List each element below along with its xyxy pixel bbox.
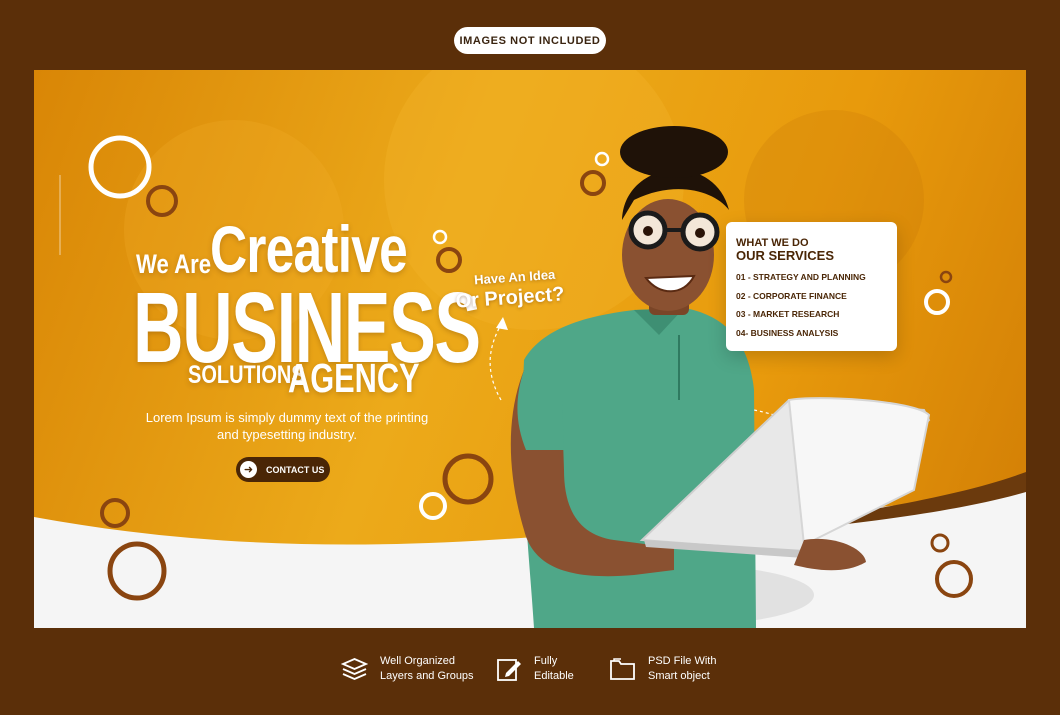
- edit-icon: [497, 659, 521, 681]
- feature-editable-line2: Editable: [534, 670, 574, 682]
- feature-layers-line1: Well Organized: [380, 655, 455, 667]
- service-item: 03 - MARKET RESEARCH: [736, 309, 840, 319]
- feature-layers-line2: Layers and Groups: [380, 670, 474, 682]
- feature-editable: Fully Editable: [496, 654, 574, 684]
- feature-psd: PSD File With Smart object: [609, 654, 716, 684]
- idea-callout: Have An Idea Or Project?: [454, 266, 565, 314]
- hero-agency: AGENCY: [288, 355, 420, 401]
- service-item: 01 - STRATEGY AND PLANNING: [736, 272, 866, 282]
- layers-icon: [341, 658, 368, 680]
- services-card: WHAT WE DO OUR SERVICES 01 - STRATEGY AN…: [726, 222, 897, 351]
- feature-psd-line2: Smart object: [648, 670, 710, 682]
- web-banner-canvas: We Are Creative BUSINESS SOLUTIONS AGENC…: [34, 70, 1026, 628]
- arrow-right-icon: ➜: [240, 461, 257, 478]
- feature-layers: Well Organized Layers and Groups: [341, 654, 474, 684]
- contact-us-button[interactable]: ➜ CONTACT US: [236, 457, 330, 482]
- contact-us-label: CONTACT US: [266, 464, 325, 475]
- feature-psd-line1: PSD File With: [648, 655, 717, 667]
- hero-description: Lorem Ipsum is simply dummy text of the …: [145, 410, 429, 442]
- services-heading-our-services: OUR SERVICES: [736, 248, 835, 263]
- feature-editable-line1: Fully: [534, 655, 558, 667]
- service-item: 04- BUSINESS ANALYSIS: [736, 327, 839, 338]
- folder-icon: [610, 658, 635, 680]
- images-not-included-badge: IMAGES NOT INCLUDED: [454, 27, 606, 54]
- service-item: 02 - CORPORATE FINANCE: [736, 290, 847, 301]
